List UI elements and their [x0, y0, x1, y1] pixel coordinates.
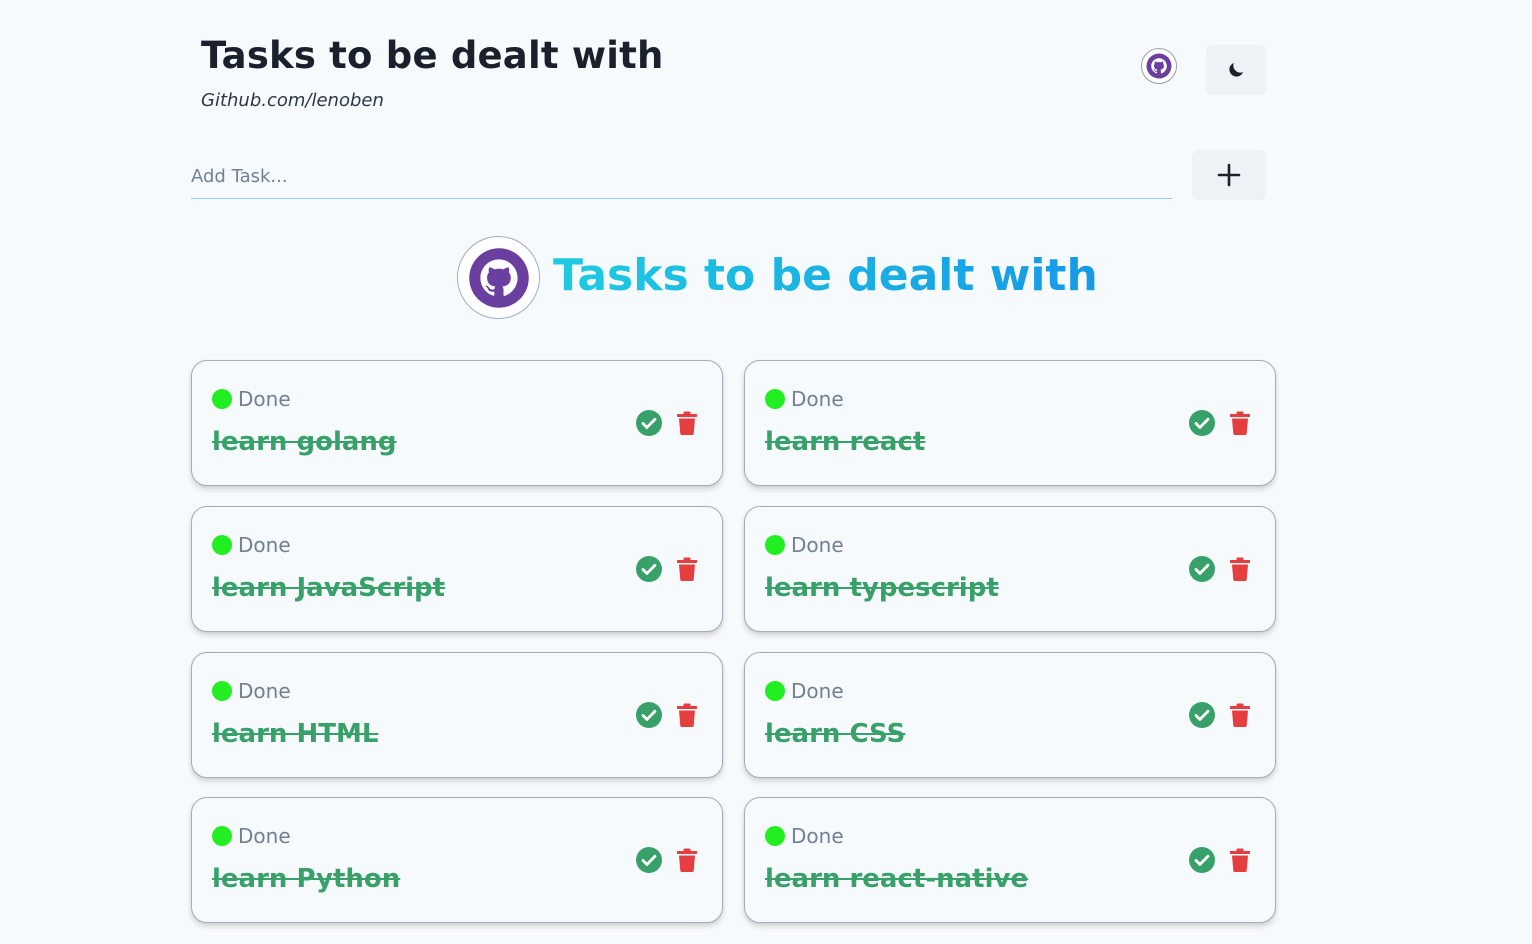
delete-task-button[interactable] [673, 555, 701, 583]
task-card: Done learn typescript [744, 506, 1276, 632]
trash-icon [1230, 703, 1250, 727]
complete-task-button[interactable] [1188, 701, 1216, 729]
task-status-label: Done [791, 533, 844, 557]
task-status-label: Done [791, 824, 844, 848]
task-status-label: Done [791, 679, 844, 703]
task-status-label: Done [238, 679, 291, 703]
complete-task-button[interactable] [635, 555, 663, 583]
task-text: learn CSS [765, 719, 906, 749]
check-circle-icon [1189, 847, 1215, 873]
task-status-label: Done [238, 533, 291, 557]
task-card: Done learn react [744, 360, 1276, 486]
complete-task-button[interactable] [1188, 555, 1216, 583]
check-circle-icon [636, 847, 662, 873]
github-icon [1146, 53, 1172, 79]
done-status-dot [212, 826, 232, 846]
task-text: learn react-native [765, 864, 1029, 894]
task-card: Done learn golang [191, 360, 723, 486]
task-status: Done [765, 533, 844, 557]
theme-toggle-button[interactable] [1206, 45, 1266, 95]
done-status-dot [765, 535, 785, 555]
plus-icon [1217, 163, 1241, 187]
delete-task-button[interactable] [673, 409, 701, 437]
task-status: Done [212, 824, 291, 848]
github-icon [468, 247, 529, 308]
complete-task-button[interactable] [635, 846, 663, 874]
task-text: learn HTML [212, 719, 379, 749]
github-avatar [457, 236, 540, 319]
delete-task-button[interactable] [1226, 846, 1254, 874]
check-circle-icon [636, 410, 662, 436]
delete-task-button[interactable] [1226, 409, 1254, 437]
task-status: Done [212, 387, 291, 411]
complete-task-button[interactable] [1188, 409, 1216, 437]
complete-task-button[interactable] [1188, 846, 1216, 874]
trash-icon [1230, 411, 1250, 435]
check-circle-icon [1189, 410, 1215, 436]
task-text: learn react [765, 427, 926, 457]
task-card: Done learn Python [191, 797, 723, 923]
task-status: Done [212, 679, 291, 703]
task-status: Done [765, 824, 844, 848]
delete-task-button[interactable] [673, 846, 701, 874]
complete-task-button[interactable] [635, 701, 663, 729]
task-status: Done [212, 533, 291, 557]
trash-icon [677, 848, 697, 872]
moon-icon [1229, 62, 1244, 77]
add-task-button[interactable] [1192, 150, 1266, 200]
complete-task-button[interactable] [635, 409, 663, 437]
trash-icon [1230, 848, 1250, 872]
task-card: Done learn react-native [744, 797, 1276, 923]
trash-icon [677, 411, 697, 435]
delete-task-button[interactable] [1226, 701, 1254, 729]
task-card: Done learn JavaScript [191, 506, 723, 632]
trash-icon [677, 703, 697, 727]
check-circle-icon [636, 556, 662, 582]
done-status-dot [212, 681, 232, 701]
task-status-label: Done [238, 824, 291, 848]
task-text: learn golang [212, 427, 397, 457]
task-status-label: Done [238, 387, 291, 411]
done-status-dot [765, 681, 785, 701]
check-circle-icon [1189, 556, 1215, 582]
task-text: learn typescript [765, 573, 999, 603]
github-link-text: Github.com/lenoben [201, 90, 384, 111]
github-button[interactable] [1141, 48, 1177, 84]
task-status: Done [765, 679, 844, 703]
task-status-label: Done [791, 387, 844, 411]
check-circle-icon [636, 702, 662, 728]
delete-task-button[interactable] [1226, 555, 1254, 583]
check-circle-icon [1189, 702, 1215, 728]
task-text: learn JavaScript [212, 573, 446, 603]
task-card: Done learn HTML [191, 652, 723, 778]
delete-task-button[interactable] [673, 701, 701, 729]
trash-icon [677, 557, 697, 581]
done-status-dot [212, 389, 232, 409]
add-task-input[interactable] [191, 155, 1172, 199]
done-status-dot [765, 389, 785, 409]
hero-title: Tasks to be dealt with [553, 250, 1098, 301]
trash-icon [1230, 557, 1250, 581]
task-card: Done learn CSS [744, 652, 1276, 778]
page-title: Tasks to be dealt with [201, 34, 664, 77]
done-status-dot [765, 826, 785, 846]
task-status: Done [765, 387, 844, 411]
done-status-dot [212, 535, 232, 555]
task-text: learn Python [212, 864, 401, 894]
